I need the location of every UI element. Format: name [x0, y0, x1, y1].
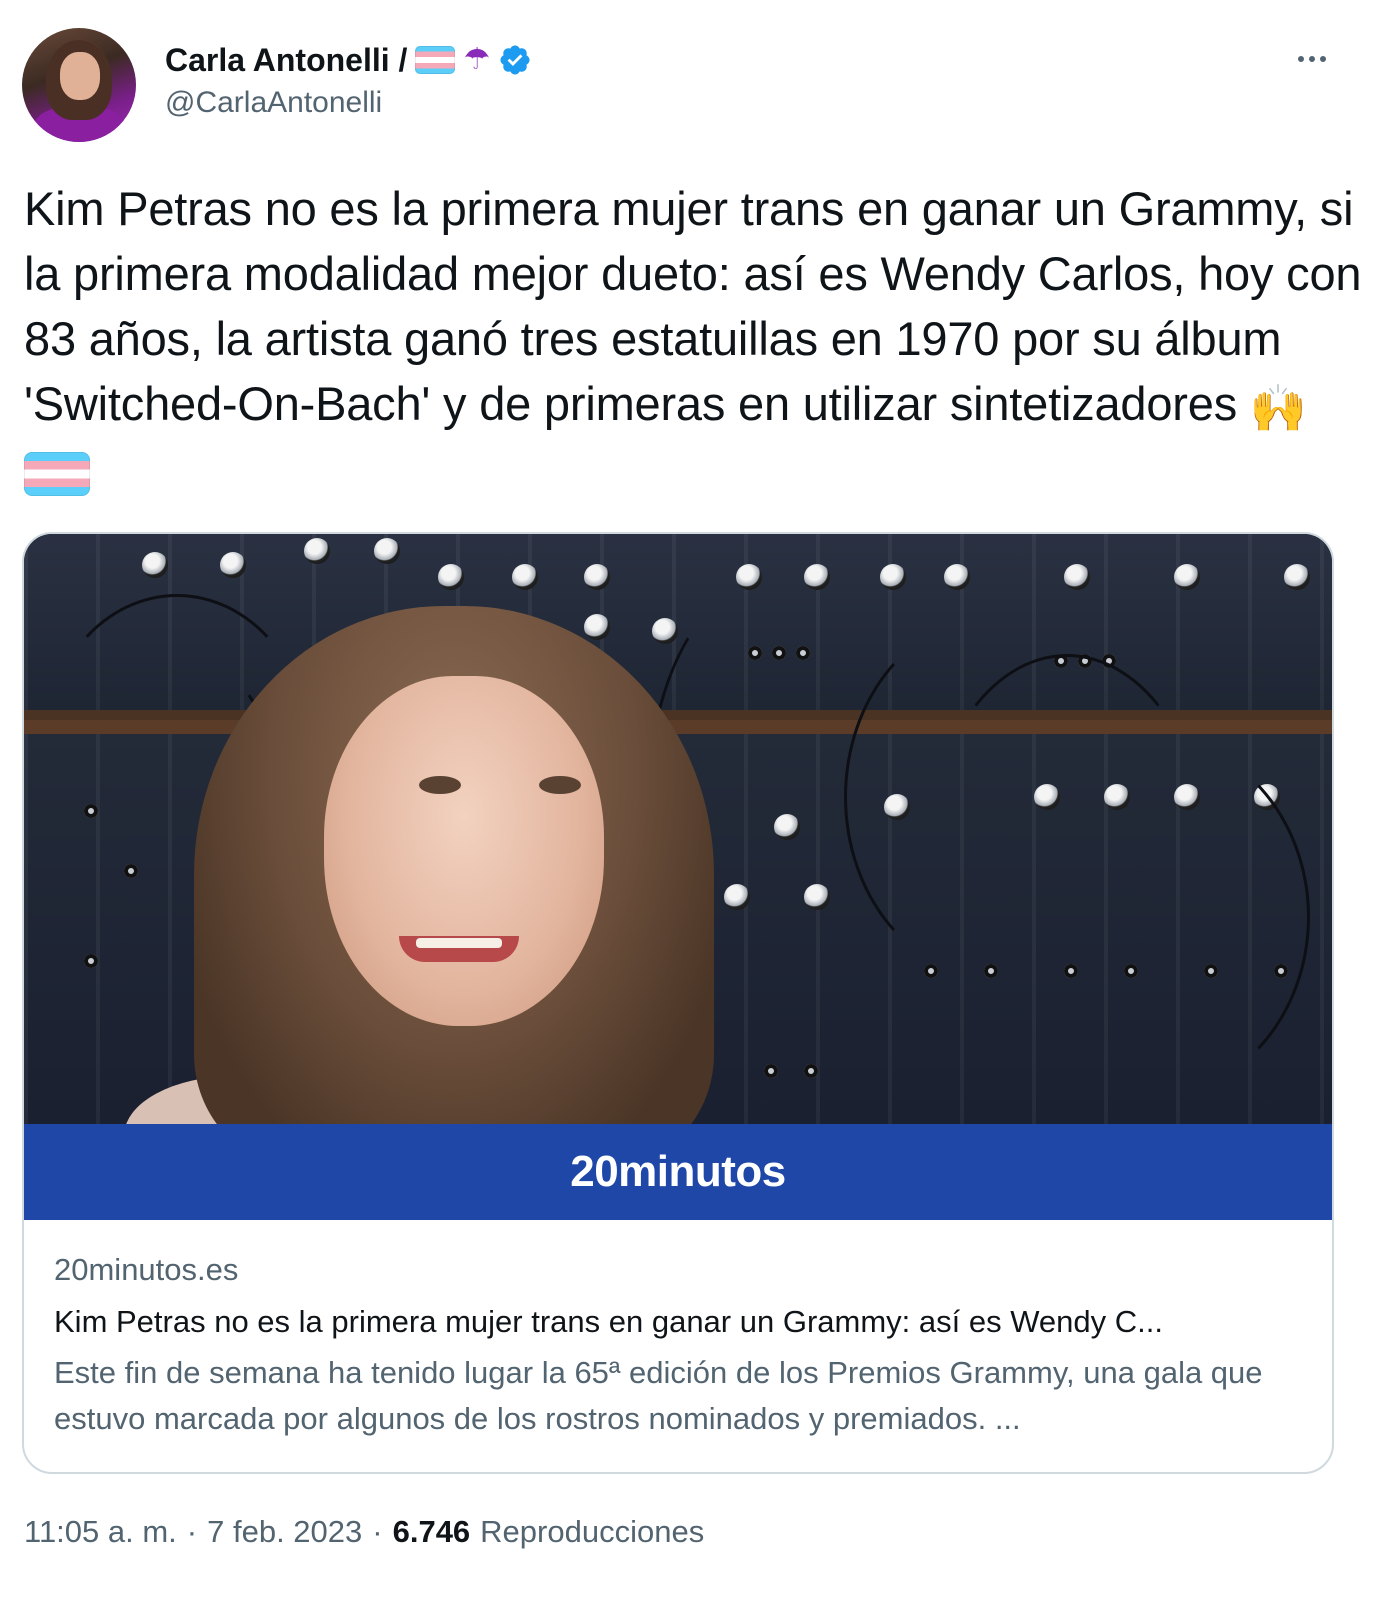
teeth: [416, 938, 502, 948]
card-meta[interactable]: 20minutos.es Kim Petras no es la primera…: [54, 1250, 1304, 1442]
knob: [1174, 564, 1200, 590]
jack: [924, 964, 938, 978]
card-domain: 20minutos.es: [54, 1252, 239, 1287]
knob: [304, 538, 330, 564]
knob: [512, 564, 538, 590]
knob: [736, 564, 762, 590]
verified-badge-icon: [500, 45, 530, 75]
view-count: 6.746: [392, 1514, 471, 1549]
trans-flag-emoji: [24, 452, 90, 496]
cable: [984, 734, 1310, 1100]
trans-flag-icon: [415, 46, 456, 74]
tweet-date[interactable]: 7 feb. 2023: [207, 1514, 362, 1550]
more-dot: [1309, 56, 1315, 62]
knob: [880, 564, 906, 590]
tweet-text-body: Kim Petras no es la primera mujer trans …: [24, 182, 1362, 430]
jack: [764, 1064, 778, 1078]
wendy-carlos-photo: [124, 606, 714, 1124]
separator: ·: [372, 1514, 383, 1549]
knob: [142, 552, 168, 578]
jack: [84, 954, 98, 968]
tweet-text: Kim Petras no es la primera mujer trans …: [24, 176, 1364, 506]
author-name-row[interactable]: Carla Antonelli / ☂: [165, 40, 532, 80]
eye: [539, 776, 581, 794]
knob: [1284, 564, 1310, 590]
author-handle[interactable]: @CarlaAntonelli: [165, 86, 382, 120]
tweet: Carla Antonelli / ☂ @CarlaAntonelli Kim …: [0, 0, 1400, 1616]
author-name[interactable]: Carla Antonelli /: [165, 42, 407, 79]
link-card[interactable]: 20minutos 20minutos.es Kim Petras no es …: [22, 532, 1334, 1474]
more-dot: [1298, 56, 1304, 62]
separator: ·: [186, 1514, 198, 1549]
knob: [944, 564, 970, 590]
tweet-time[interactable]: 11:05 a. m.: [24, 1514, 177, 1550]
avatar-face: [60, 52, 100, 100]
umbrella-icon: ☂: [463, 43, 491, 76]
publisher-logo-text: 20minutos: [570, 1147, 786, 1196]
card-image[interactable]: [24, 534, 1332, 1124]
more-options-icon[interactable]: [1290, 44, 1334, 74]
jack: [804, 1064, 818, 1078]
knob: [804, 564, 830, 590]
raised-hands-emoji: 🙌: [1249, 382, 1307, 434]
publisher-banner[interactable]: 20minutos: [24, 1124, 1332, 1220]
card-description: Este fin de semana ha tenido lugar la 65…: [54, 1355, 1263, 1436]
face: [324, 676, 604, 1026]
views-label: Reproducciones: [480, 1514, 705, 1549]
knob: [584, 564, 610, 590]
knob: [374, 538, 400, 564]
knob: [1064, 564, 1090, 590]
more-dot: [1320, 56, 1326, 62]
tweet-footer: 11:05 a. m. · 7 feb. 2023 · 6.746 Reprod…: [24, 1514, 704, 1550]
knob: [220, 552, 246, 578]
avatar[interactable]: [22, 28, 136, 142]
eye: [419, 776, 461, 794]
knob: [438, 564, 464, 590]
card-title: Kim Petras no es la primera mujer trans …: [54, 1304, 1163, 1339]
